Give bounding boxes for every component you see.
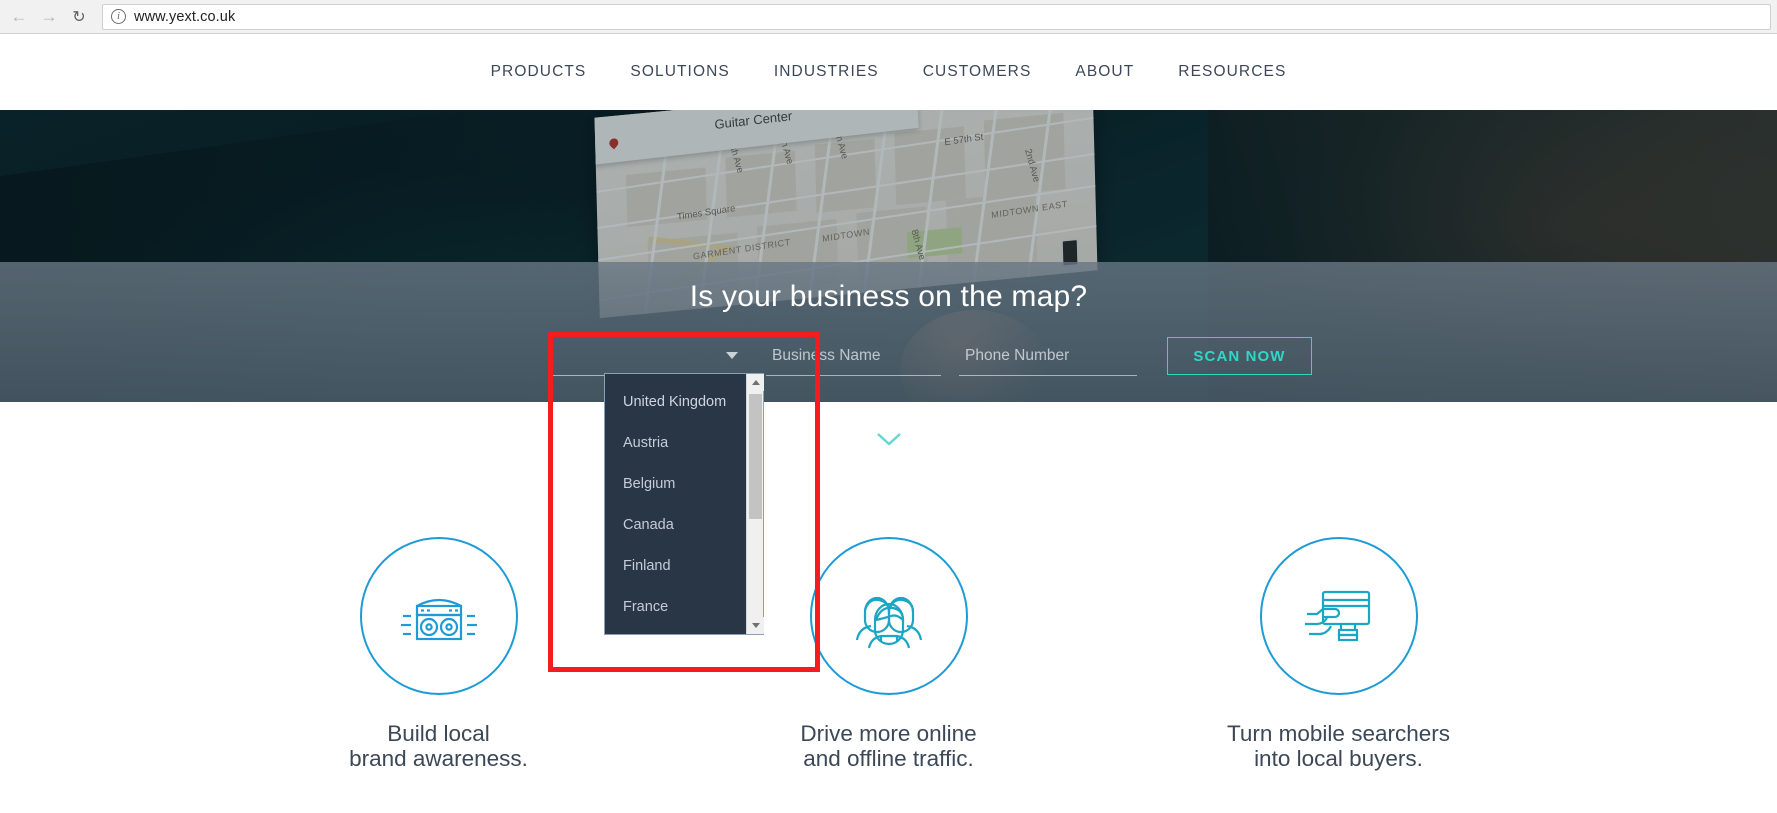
scroll-up-arrow-icon[interactable] — [747, 374, 764, 391]
feature-label-line2: into local buyers. — [1254, 746, 1423, 771]
nav-item-customers[interactable]: CUSTOMERS — [923, 63, 1032, 81]
nav-item-industries[interactable]: INDUSTRIES — [774, 63, 879, 81]
dropdown-item-france[interactable]: France — [605, 587, 746, 628]
feature-label-line2: brand awareness. — [349, 746, 528, 771]
feature-label: Turn mobile searchers into local buyers. — [1227, 721, 1450, 771]
feature-mobile-searchers-to-buyers: Turn mobile searchers into local buyers. — [1204, 537, 1474, 771]
scan-search-form: Business Name Phone Number SCAN NOW — [548, 336, 1312, 376]
feature-label: Drive more online and offline traffic. — [800, 721, 976, 771]
dropdown-item-finland[interactable]: Finland — [605, 546, 746, 587]
main-navigation: PRODUCTS SOLUTIONS INDUSTRIES CUSTOMERS … — [491, 63, 1287, 81]
forward-arrow-icon[interactable]: → — [34, 2, 64, 32]
business-name-input[interactable]: Business Name — [766, 336, 941, 376]
people-group-icon — [855, 596, 922, 649]
boombox-speaker-icon — [400, 598, 477, 641]
feature-icon-circle — [809, 537, 968, 695]
business-name-placeholder: Business Name — [772, 346, 881, 364]
scan-now-button[interactable]: SCAN NOW — [1167, 337, 1312, 375]
dropdown-item-austria[interactable]: Austria — [605, 423, 746, 464]
url-text: www.yext.co.uk — [134, 8, 236, 25]
address-bar[interactable]: i www.yext.co.uk — [102, 3, 1771, 30]
chevron-down-icon[interactable] — [876, 432, 902, 446]
scrollbar-thumb[interactable] — [749, 394, 762, 519]
feature-label: Build local brand awareness. — [349, 721, 528, 771]
nav-item-about[interactable]: ABOUT — [1075, 63, 1134, 81]
main-content: Build local brand awareness. Drive more … — [0, 402, 1777, 813]
nav-item-products[interactable]: PRODUCTS — [491, 63, 587, 81]
browser-toolbar: ← → ↻ i www.yext.co.uk — [0, 0, 1777, 34]
dropdown-item-united-kingdom[interactable]: United Kingdom — [605, 382, 746, 423]
feature-label-line1: Build local — [387, 721, 490, 746]
feature-label-line1: Drive more online — [800, 721, 977, 746]
nav-item-resources[interactable]: RESOURCES — [1178, 63, 1286, 81]
feature-icon-circle — [1259, 537, 1418, 695]
hero-title: Is your business on the map? — [689, 280, 1088, 313]
reload-icon[interactable]: ↻ — [64, 2, 94, 32]
chevron-down-icon[interactable] — [726, 352, 738, 359]
hand-credit-card-icon — [1304, 590, 1370, 642]
scroll-down-arrow-icon[interactable] — [747, 617, 764, 634]
nav-item-solutions[interactable]: SOLUTIONS — [630, 63, 729, 81]
dropdown-scrollbar[interactable] — [746, 374, 764, 634]
feature-label-line1: Turn mobile searchers — [1226, 721, 1450, 746]
country-select[interactable] — [548, 336, 748, 376]
feature-icon-circle — [359, 537, 518, 695]
feature-build-local-brand-awareness: Build local brand awareness. — [304, 537, 574, 771]
feature-label-line2: and offline traffic. — [803, 746, 974, 771]
phone-number-placeholder: Phone Number — [965, 346, 1070, 364]
country-dropdown-list[interactable]: United Kingdom Austria Belgium Canada Fi… — [604, 373, 764, 635]
phone-number-input[interactable]: Phone Number — [959, 336, 1137, 376]
site-header: PRODUCTS SOLUTIONS INDUSTRIES CUSTOMERS … — [0, 34, 1777, 110]
dropdown-options: United Kingdom Austria Belgium Canada Fi… — [605, 374, 746, 634]
feature-list: Build local brand awareness. Drive more … — [0, 537, 1777, 771]
back-arrow-icon[interactable]: ← — [4, 2, 34, 32]
dropdown-item-canada[interactable]: Canada — [605, 505, 746, 546]
feature-drive-more-traffic: Drive more online and offline traffic. — [754, 537, 1024, 771]
dropdown-item-belgium[interactable]: Belgium — [605, 464, 746, 505]
info-icon[interactable]: i — [111, 9, 126, 24]
